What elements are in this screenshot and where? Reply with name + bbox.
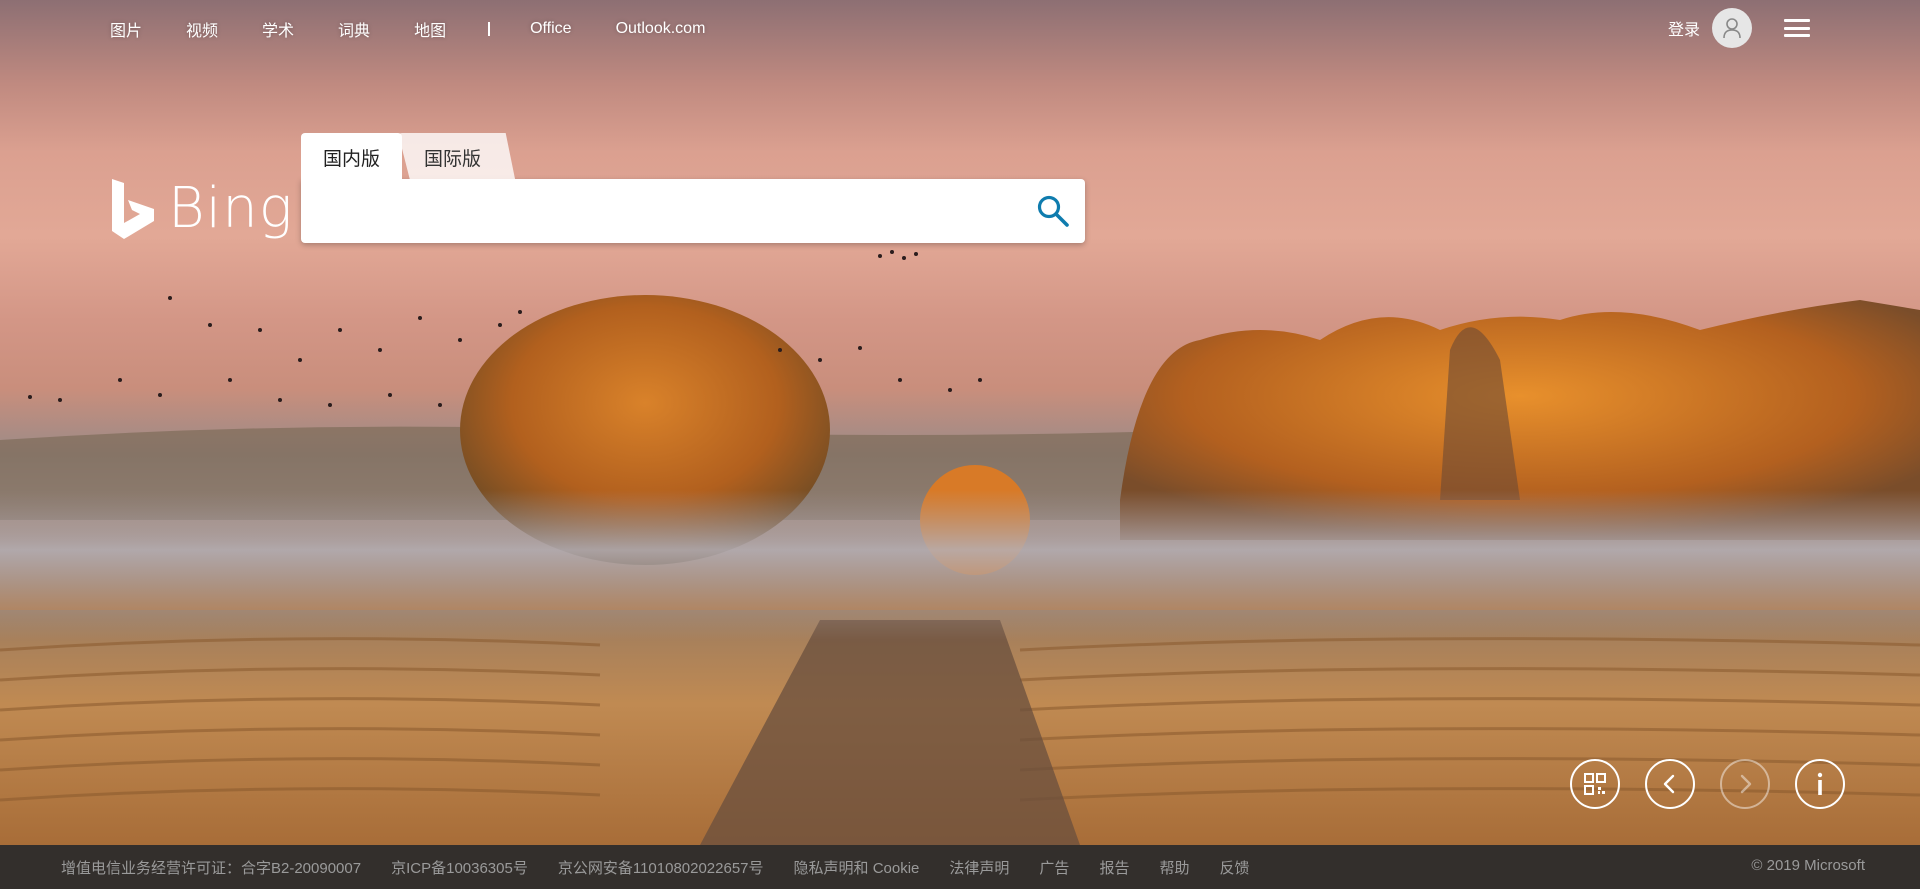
qr-code-button[interactable] bbox=[1570, 759, 1620, 809]
bing-b-icon bbox=[112, 179, 154, 239]
search-box bbox=[301, 179, 1085, 243]
nav-link-office[interactable]: Office bbox=[530, 20, 572, 38]
menu-icon[interactable] bbox=[1784, 17, 1810, 39]
login-link[interactable]: 登录 bbox=[1668, 16, 1700, 40]
search-icon bbox=[1037, 195, 1069, 227]
qr-code-icon bbox=[1584, 773, 1606, 795]
previous-image-button[interactable] bbox=[1645, 759, 1695, 809]
nav-link-images[interactable]: 图片 bbox=[110, 17, 142, 41]
account-area: 登录 bbox=[1668, 8, 1810, 48]
next-image-button[interactable] bbox=[1720, 759, 1770, 809]
footer-link-feedback[interactable]: 反馈 bbox=[1219, 857, 1249, 878]
footer-link-ads[interactable]: 广告 bbox=[1039, 857, 1069, 878]
search-button[interactable] bbox=[1035, 193, 1071, 229]
image-controls bbox=[1545, 759, 1845, 809]
nav-link-maps[interactable]: 地图 bbox=[414, 17, 446, 41]
logo-text: Bing bbox=[168, 176, 294, 241]
nav-link-dictionary[interactable]: 词典 bbox=[338, 17, 370, 41]
footer-link-police-record[interactable]: 京公网安备11010802022657号 bbox=[558, 857, 764, 878]
tab-domestic[interactable]: 国内版 bbox=[301, 133, 403, 179]
nav-link-academic[interactable]: 学术 bbox=[262, 17, 294, 41]
footer-link-legal[interactable]: 法律声明 bbox=[949, 857, 1009, 878]
nav-divider bbox=[488, 22, 491, 36]
footer-link-help[interactable]: 帮助 bbox=[1159, 857, 1189, 878]
avatar[interactable] bbox=[1712, 8, 1752, 48]
image-info-button[interactable] bbox=[1795, 759, 1845, 809]
top-navigation: 图片 视频 学术 词典 地图 Office Outlook.com 登录 bbox=[0, 0, 1920, 56]
user-icon bbox=[1723, 18, 1741, 39]
tab-international[interactable]: 国际版 bbox=[398, 133, 516, 179]
footer-link-license[interactable]: 增值电信业务经营许可证：合字B2-20090007 bbox=[61, 857, 361, 878]
nav-link-outlook[interactable]: Outlook.com bbox=[616, 20, 706, 38]
footer-links: 增值电信业务经营许可证：合字B2-20090007 京ICP备10036305号… bbox=[61, 857, 1279, 878]
footer: 增值电信业务经营许可证：合字B2-20090007 京ICP备10036305号… bbox=[0, 845, 1920, 889]
chevron-left-icon bbox=[1663, 774, 1675, 794]
bing-logo[interactable]: Bing bbox=[110, 177, 293, 241]
info-icon bbox=[1817, 772, 1823, 795]
nav-link-videos[interactable]: 视频 bbox=[186, 17, 218, 41]
footer-link-report[interactable]: 报告 bbox=[1099, 857, 1129, 878]
chevron-right-icon bbox=[1740, 774, 1752, 794]
footer-link-privacy[interactable]: 隐私声明和 Cookie bbox=[794, 857, 920, 878]
search-input[interactable] bbox=[317, 189, 997, 233]
autumn-landscape-illustration bbox=[0, 250, 1920, 845]
copyright: © 2019 Microsoft bbox=[1751, 857, 1865, 874]
nav-links: 图片 视频 学术 词典 地图 Office Outlook.com bbox=[110, 17, 749, 41]
search-area: 国内版 国际版 bbox=[301, 133, 1085, 243]
footer-link-icp[interactable]: 京ICP备10036305号 bbox=[391, 857, 528, 878]
market-tabs: 国内版 国际版 bbox=[301, 133, 1085, 179]
background-image bbox=[0, 0, 1920, 845]
